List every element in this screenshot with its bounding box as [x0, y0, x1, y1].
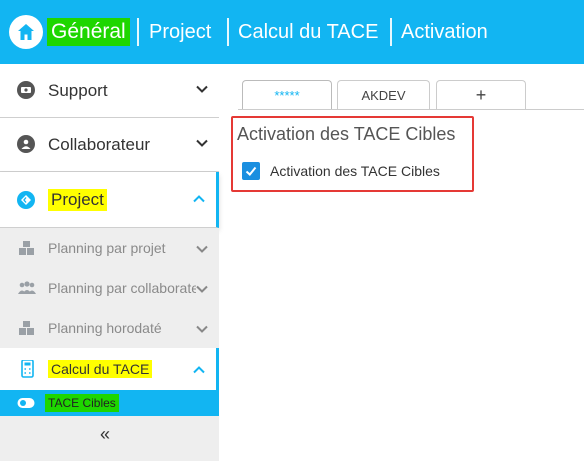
collapse-sidebar-button[interactable]: « [100, 424, 110, 445]
sidebar-leaf-label: TACE Cibles [45, 394, 119, 412]
sidebar-item-planning-par-collaborateur[interactable]: Planning par collaborateur [0, 268, 219, 308]
sidebar-sub-item-label: Planning horodaté [48, 320, 162, 336]
sidebar-sub-item-label: Planning par collaborateur [48, 280, 196, 296]
nav-separator [227, 18, 229, 46]
nav-separator [137, 18, 139, 46]
sidebar-item-tace-cibles[interactable]: TACE Cibles [0, 390, 219, 416]
nav-activation[interactable]: Activation [401, 0, 488, 64]
sidebar-sub-item-label: Calcul du TACE [48, 360, 153, 378]
home-button[interactable] [9, 15, 43, 49]
nav-general[interactable]: Général [47, 0, 130, 64]
nav-general-label: Général [47, 18, 130, 46]
sidebar-item-label: Collaborateur [48, 134, 151, 154]
chevron-down-icon [196, 325, 208, 333]
nav-calcul-du-tace[interactable]: Calcul du TACE [238, 0, 378, 64]
add-tab-button[interactable]: + [436, 80, 526, 110]
tab-akdev[interactable]: AKDEV [337, 80, 430, 110]
sidebar-item-planning-horodate[interactable]: Planning horodaté [0, 308, 219, 348]
nav-project[interactable]: Project [149, 0, 211, 64]
sidebar-sub-item-label: Planning par projet [48, 240, 166, 256]
top-navigation-bar: Général Project Calcul du TACE Activatio… [0, 0, 584, 64]
chevron-down-icon [196, 245, 208, 253]
activation-checkbox[interactable] [242, 162, 260, 180]
sidebar: Support Collaborateur Project Planning p… [0, 64, 219, 461]
sidebar-item-collaborateur[interactable]: Collaborateur [0, 118, 219, 172]
toggle-icon [17, 398, 35, 408]
nav-separator [390, 18, 392, 46]
tab-divider [238, 109, 584, 110]
activation-checkbox-label: Activation des TACE Cibles [270, 163, 440, 179]
sidebar-item-support[interactable]: Support [0, 64, 219, 118]
boxes-icon [19, 241, 34, 255]
sidebar-item-project[interactable]: Project [0, 172, 219, 228]
chevron-up-icon [193, 366, 205, 374]
section-title: Activation des TACE Cibles [237, 124, 456, 144]
sidebar-item-calcul-du-tace[interactable]: Calcul du TACE [0, 348, 219, 390]
chevron-down-icon [196, 285, 208, 293]
user-icon [17, 135, 35, 153]
boxes-icon [19, 321, 34, 335]
chevron-up-icon [193, 195, 205, 203]
sidebar-item-label: Project [48, 188, 107, 211]
project-icon [17, 191, 35, 209]
people-icon [18, 281, 36, 294]
sidebar-item-planning-par-projet[interactable]: Planning par projet [0, 228, 219, 268]
sidebar-item-label: Support [48, 80, 108, 100]
calculator-icon [21, 360, 34, 378]
chevron-down-icon [196, 139, 208, 147]
home-icon [18, 24, 34, 40]
tab-masked[interactable]: ***** [242, 80, 332, 110]
checkmark-icon [245, 166, 257, 176]
chevron-down-icon [196, 85, 208, 93]
support-icon [17, 81, 35, 99]
